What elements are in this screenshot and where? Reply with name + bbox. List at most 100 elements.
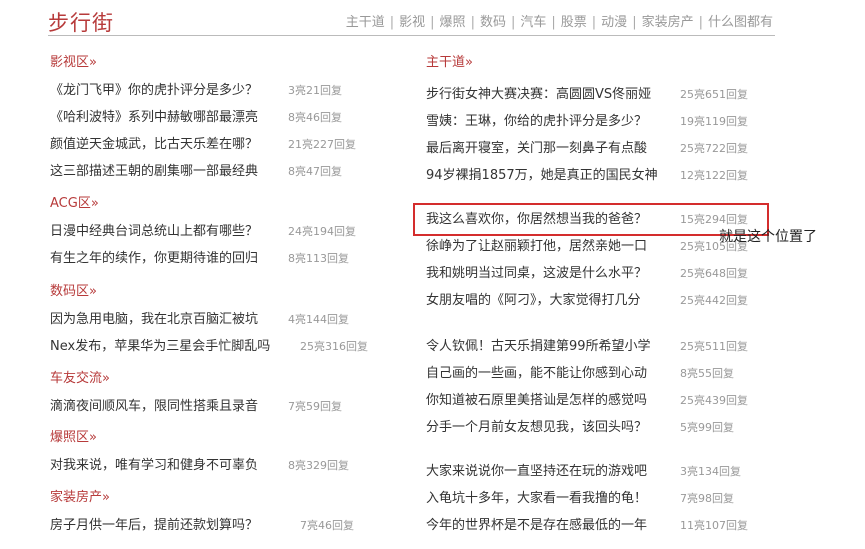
list-item[interactable]: 分手一个月前女友想见我，该回头吗？ 5亮99回复 — [426, 419, 734, 437]
post-stats: 8亮46回复 — [288, 111, 342, 124]
list-item[interactable]: 《龙门飞甲》你的虎扑评分是多少？ 3亮21回复 — [50, 82, 342, 100]
list-item[interactable]: 大家来说说你一直坚持还在玩的游戏吧 3亮134回复 — [426, 463, 741, 481]
list-item[interactable]: 最后离开寝室，关门那一刻鼻子有点酸 25亮722回复 — [426, 140, 748, 158]
post-stats: 5亮99回复 — [680, 421, 734, 434]
section-title[interactable]: 影视区» — [50, 55, 97, 71]
list-item[interactable]: 步行街女神大赛决赛：高圆圆VS佟丽娅 25亮651回复 — [426, 86, 748, 104]
post-title[interactable]: 对我来说，唯有学习和健身不可辜负 — [50, 458, 258, 473]
post-title[interactable]: Nex发布，苹果华为三星会手忙脚乱吗 — [50, 339, 270, 354]
post-stats: 25亮722回复 — [680, 142, 748, 155]
list-item[interactable]: 这三部描述王朝的剧集哪一部最经典 8亮47回复 — [50, 163, 342, 181]
section-title[interactable]: 家装房产» — [50, 490, 110, 506]
post-title[interactable]: 雪姨：王琳，你给的虎扑评分是多少？ — [426, 114, 647, 129]
post-stats: 25亮651回复 — [680, 88, 748, 101]
post-title[interactable]: 你知道被石原里美搭讪是怎样的感觉吗 — [426, 393, 647, 408]
list-item[interactable]: 女朋友唱的《阿刁》，大家觉得打几分 25亮442回复 — [426, 292, 748, 310]
nav-separator: | — [389, 15, 395, 30]
post-title[interactable]: 《龙门飞甲》你的虎扑评分是多少？ — [50, 83, 258, 98]
post-stats: 21亮227回复 — [288, 138, 356, 151]
list-item[interactable]: 有生之年的续作，你更期待谁的回归 8亮113回复 — [50, 250, 349, 268]
post-stats: 25亮511回复 — [680, 340, 748, 353]
post-title[interactable]: 滴滴夜间顺风车，限同性搭乘且录音 — [50, 399, 258, 414]
post-title[interactable]: 女朋友唱的《阿刁》，大家觉得打几分 — [426, 293, 641, 308]
nav-separator: | — [430, 15, 435, 30]
post-stats: 24亮194回复 — [288, 225, 356, 238]
post-stats: 25亮648回复 — [680, 267, 748, 280]
post-stats: 19亮119回复 — [680, 115, 748, 128]
nav-link[interactable]: 汽车 — [520, 15, 546, 30]
post-stats: 3亮21回复 — [288, 84, 342, 97]
list-item[interactable]: 我和姚明当过同桌，这波是什么水平？ 25亮648回复 — [426, 265, 748, 283]
list-item[interactable]: 你知道被石原里美搭讪是怎样的感觉吗 25亮439回复 — [426, 392, 748, 410]
highlight-box — [413, 203, 769, 236]
post-title[interactable]: 因为急用电脑，我在北京百脑汇被坑 — [50, 312, 258, 327]
list-item[interactable]: 令人钦佩！古天乐捐建第99所希望小学 25亮511回复 — [426, 338, 748, 356]
nav-link[interactable]: 家装房产 — [642, 15, 694, 30]
nav-separator: | — [632, 15, 637, 30]
list-item[interactable]: 雪姨：王琳，你给的虎扑评分是多少？ 19亮119回复 — [426, 113, 748, 131]
post-stats: 8亮329回复 — [288, 459, 349, 472]
nav-separator: | — [510, 15, 516, 30]
list-item[interactable]: 因为急用电脑，我在北京百脑汇被坑 4亮144回复 — [50, 311, 349, 329]
post-title[interactable]: 《哈利波特》系列中赫敏哪部最漂亮 — [50, 110, 258, 125]
list-item[interactable]: 对我来说，唯有学习和健身不可辜负 8亮329回复 — [50, 457, 349, 475]
list-item[interactable]: 房子月供一年后，提前还款划算吗？ 7亮46回复 — [50, 517, 354, 535]
post-title[interactable]: 日漫中经典台词总统山上都有哪些？ — [50, 224, 258, 239]
nav-link[interactable]: 主干道 — [346, 15, 385, 30]
nav-link[interactable]: 影视 — [399, 15, 425, 30]
list-item[interactable]: 日漫中经典台词总统山上都有哪些？ 24亮194回复 — [50, 223, 356, 241]
list-item[interactable]: Nex发布，苹果华为三星会手忙脚乱吗 25亮316回复 — [50, 338, 368, 356]
post-title[interactable]: 入龟坑十多年，大家看一看我撸的龟！ — [426, 491, 647, 506]
post-stats: 4亮144回复 — [288, 313, 349, 326]
post-title[interactable]: 自己画的一些画，能不能让你感到心动 — [426, 366, 647, 381]
post-title[interactable]: 有生之年的续作，你更期待谁的回归 — [50, 251, 258, 266]
post-title[interactable]: 令人钦佩！古天乐捐建第99所希望小学 — [426, 339, 651, 354]
section-title[interactable]: 爆照区» — [50, 430, 97, 446]
post-stats: 25亮316回复 — [300, 340, 368, 353]
list-item[interactable]: 94岁裸捐1857万，她是真正的国民女神 12亮122回复 — [426, 167, 748, 185]
post-title[interactable]: 大家来说说你一直坚持还在玩的游戏吧 — [426, 464, 647, 479]
post-title[interactable]: 我和姚明当过同桌，这波是什么水平？ — [426, 266, 647, 281]
section-title[interactable]: 数码区» — [50, 284, 97, 300]
post-stats: 25亮442回复 — [680, 294, 748, 307]
annotation-text: 就是这个位置了 — [719, 229, 817, 245]
nav-separator: | — [470, 15, 475, 30]
section-title[interactable]: ACG区» — [50, 196, 99, 212]
post-stats: 12亮122回复 — [680, 169, 748, 182]
list-item[interactable]: 徐峥为了让赵丽颖打他，居然亲她一口 25亮105回复 — [426, 238, 748, 256]
post-stats: 8亮55回复 — [680, 367, 734, 380]
post-stats: 11亮107回复 — [680, 519, 748, 532]
nav-link[interactable]: 数码 — [480, 15, 506, 30]
post-title[interactable]: 房子月供一年后，提前还款划算吗？ — [50, 518, 258, 533]
post-title[interactable]: 这三部描述王朝的剧集哪一部最经典 — [50, 164, 258, 179]
nav-link[interactable]: 股票 — [561, 15, 587, 30]
section-title[interactable]: 车友交流» — [50, 371, 110, 387]
post-stats: 7亮59回复 — [288, 400, 342, 413]
post-title[interactable]: 今年的世界杯是不是存在感最低的一年 — [426, 518, 647, 533]
nav-link[interactable]: 爆照 — [440, 15, 466, 30]
post-title[interactable]: 颜值逆天金城武，比古天乐差在哪？ — [50, 137, 258, 152]
list-item[interactable]: 入龟坑十多年，大家看一看我撸的龟！ 7亮98回复 — [426, 490, 734, 508]
site-logo[interactable]: 步行街 — [48, 10, 114, 36]
list-item[interactable]: 颜值逆天金城武，比古天乐差在哪？ 21亮227回复 — [50, 136, 356, 154]
list-item[interactable]: 《哈利波特》系列中赫敏哪部最漂亮 8亮46回复 — [50, 109, 342, 127]
post-title[interactable]: 最后离开寝室，关门那一刻鼻子有点酸 — [426, 141, 647, 156]
list-item[interactable]: 滴滴夜间顺风车，限同性搭乘且录音 7亮59回复 — [50, 398, 342, 416]
list-item[interactable]: 今年的世界杯是不是存在感最低的一年 11亮107回复 — [426, 517, 748, 535]
section-title[interactable]: 主干道» — [426, 55, 473, 71]
post-title[interactable]: 步行街女神大赛决赛：高圆圆VS佟丽娅 — [426, 87, 651, 102]
nav-separator: | — [698, 15, 703, 30]
post-stats: 3亮134回复 — [680, 465, 741, 478]
post-title[interactable]: 分手一个月前女友想见我，该回头吗？ — [426, 420, 647, 435]
nav-link[interactable]: 动漫 — [601, 15, 627, 30]
post-stats: 7亮46回复 — [300, 519, 354, 532]
post-stats: 25亮439回复 — [680, 394, 748, 407]
post-stats: 8亮113回复 — [288, 252, 349, 265]
list-item[interactable]: 自己画的一些画，能不能让你感到心动 8亮55回复 — [426, 365, 734, 383]
post-title[interactable]: 徐峥为了让赵丽颖打他，居然亲她一口 — [426, 239, 647, 254]
post-stats: 8亮47回复 — [288, 165, 342, 178]
nav-link[interactable]: 什么图都有 — [708, 15, 773, 30]
post-title[interactable]: 94岁裸捐1857万，她是真正的国民女神 — [426, 168, 658, 183]
nav-separator: | — [591, 15, 597, 30]
nav-separator: | — [551, 15, 556, 30]
